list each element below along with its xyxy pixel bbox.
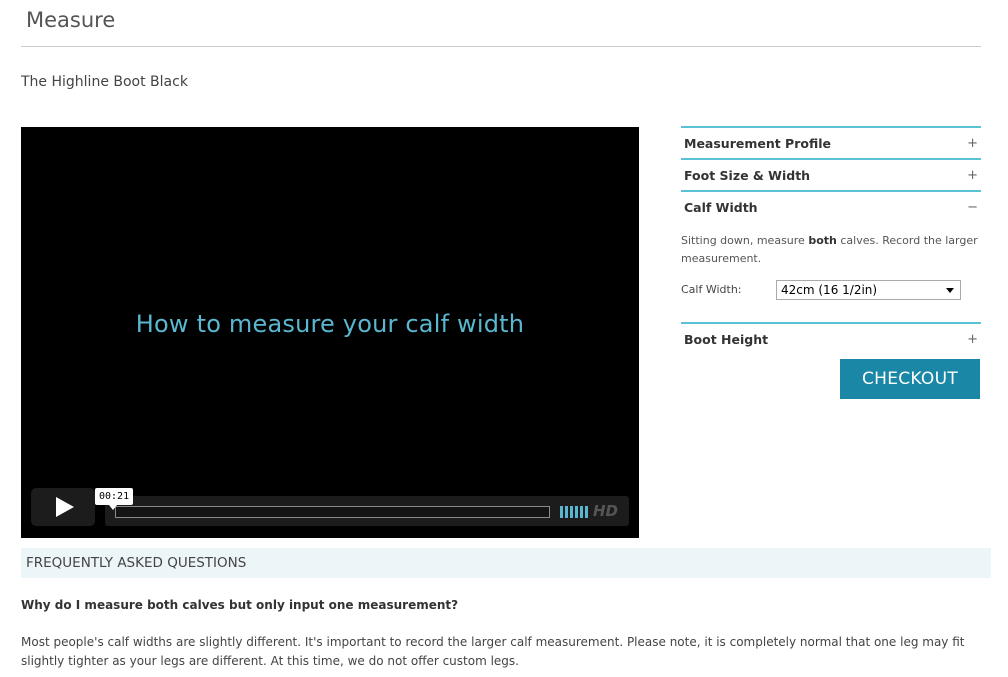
- chevron-down-icon: [946, 287, 954, 293]
- accordion-foot-size: Foot Size & Width +: [681, 158, 981, 190]
- measurement-accordion: Measurement Profile + Foot Size & Width …: [681, 126, 981, 354]
- accordion-measurement-profile: Measurement Profile +: [681, 126, 981, 158]
- faq-question: Why do I measure both calves but only in…: [21, 598, 459, 612]
- video-timeline[interactable]: [115, 506, 550, 518]
- checkout-button[interactable]: CHECKOUT: [840, 359, 980, 399]
- accordion-boot-height: Boot Height +: [681, 322, 981, 354]
- accordion-calf-width: Calf Width − Sitting down, measure both …: [681, 190, 981, 322]
- calf-width-panel: Sitting down, measure both calves. Recor…: [681, 222, 981, 322]
- accordion-header-boot-height[interactable]: Boot Height +: [681, 324, 981, 354]
- calf-width-instructions: Sitting down, measure both calves. Recor…: [681, 234, 978, 265]
- video-caption: How to measure your calf width: [135, 310, 525, 338]
- calf-width-label: Calf Width:: [681, 283, 742, 296]
- accordion-header-measurement-profile[interactable]: Measurement Profile +: [681, 128, 981, 158]
- volume-bar: [560, 506, 563, 518]
- time-tooltip: 00:21: [95, 488, 134, 510]
- calf-width-row: Calf Width: 42cm (16 1/2in): [681, 280, 981, 310]
- product-name: The Highline Boot Black: [21, 74, 188, 90]
- accordion-header-foot-size[interactable]: Foot Size & Width +: [681, 160, 981, 190]
- volume-bar: [585, 506, 588, 518]
- faq-answer: Most people's calf widths are slightly d…: [21, 635, 965, 668]
- faq-header: FREQUENTLY ASKED QUESTIONS: [21, 548, 991, 578]
- volume-icon[interactable]: [560, 506, 588, 518]
- volume-bar: [565, 506, 568, 518]
- accordion-header-calf-width[interactable]: Calf Width −: [681, 192, 981, 222]
- accordion-title: Calf Width: [684, 199, 758, 215]
- accordion-title: Foot Size & Width: [684, 167, 811, 183]
- collapse-icon: −: [967, 199, 978, 215]
- calf-width-select[interactable]: 42cm (16 1/2in): [776, 280, 961, 300]
- play-icon: [56, 497, 74, 517]
- video-player[interactable]: How to measure your calf width HD 00:21: [21, 127, 639, 538]
- expand-icon: +: [967, 135, 978, 151]
- page-title: Measure: [26, 8, 116, 32]
- title-divider: [21, 46, 981, 47]
- calf-width-value: 42cm (16 1/2in): [781, 283, 878, 297]
- accordion-title: Measurement Profile: [684, 135, 832, 151]
- expand-icon: +: [967, 331, 978, 347]
- volume-bar: [580, 506, 583, 518]
- volume-bar: [570, 506, 573, 518]
- video-control-bar: HD: [105, 496, 629, 526]
- expand-icon: +: [967, 167, 978, 183]
- accordion-title: Boot Height: [684, 331, 769, 347]
- play-button[interactable]: [31, 488, 95, 526]
- hd-toggle[interactable]: HD: [593, 502, 618, 520]
- volume-bar: [575, 506, 578, 518]
